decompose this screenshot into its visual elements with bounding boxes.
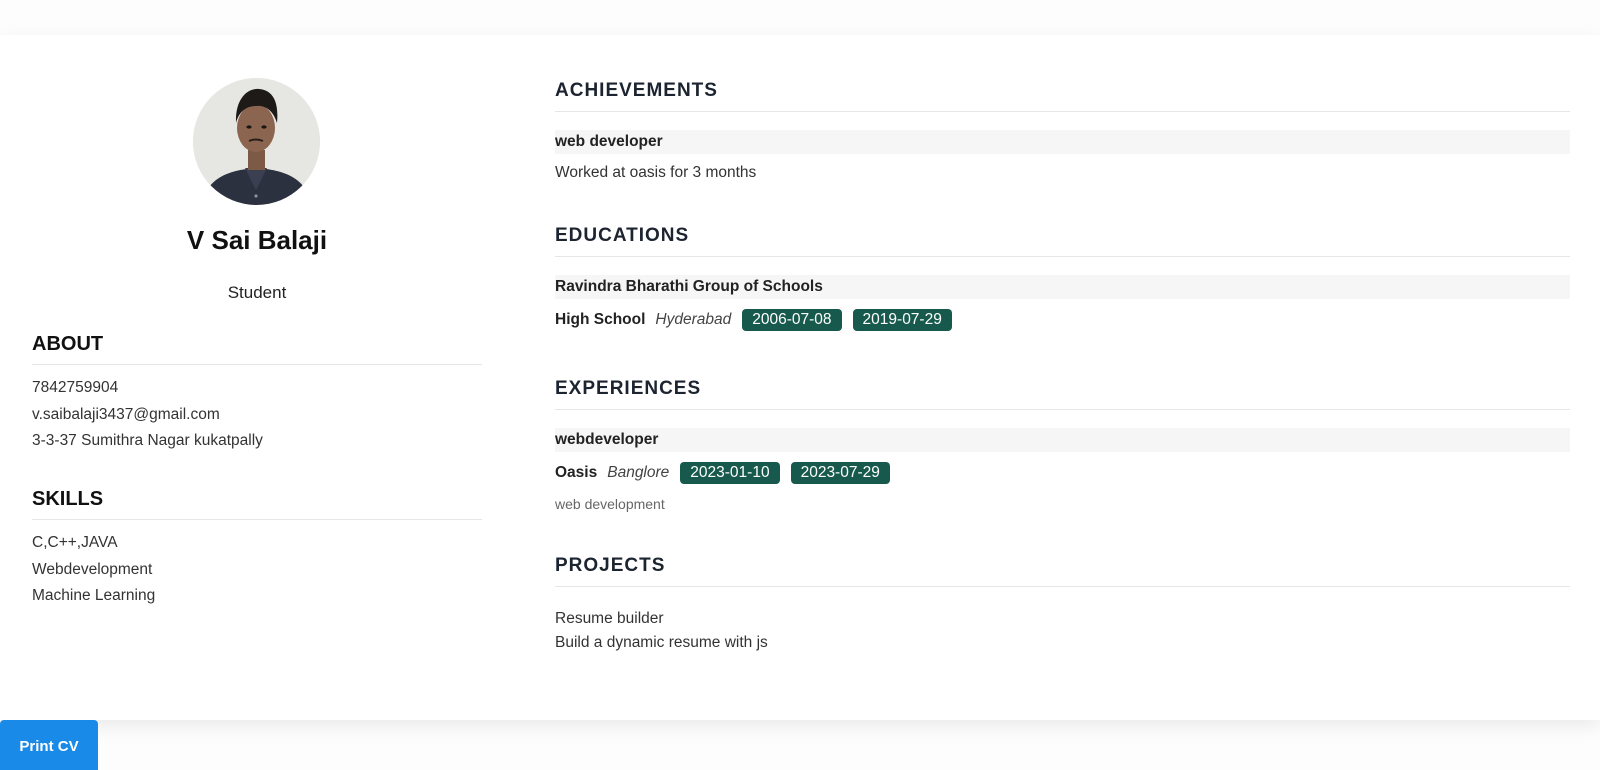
achievements-section: ACHIEVEMENTS web developer Worked at oas…	[555, 80, 1570, 182]
skill-item: Machine Learning	[32, 587, 156, 604]
skills-heading: SKILLS	[32, 488, 482, 520]
about-email: v.saibalaji3437@gmail.com	[32, 405, 220, 423]
achievement-description: Worked at oasis for 3 months	[555, 164, 757, 181]
education-start-badge: 2006-07-08	[742, 309, 842, 331]
about-address: 3-3-37 Sumithra Nagar kukatpally	[32, 432, 263, 449]
achievements-heading: ACHIEVEMENTS	[555, 80, 1570, 112]
education-city: Hyderabad	[655, 311, 732, 328]
projects-heading: PROJECTS	[555, 555, 1570, 587]
experience-start-badge: 2023-01-10	[680, 462, 780, 484]
experience-title: webdeveloper	[555, 428, 1570, 452]
page: V Sai Balaji Student ABOUT 7842759904 v.…	[0, 0, 1600, 770]
education-meta: High School Hyderabad 2006-07-08 2019-07…	[555, 309, 1570, 331]
experience-city: Banglore	[607, 464, 670, 481]
experiences-section: EXPERIENCES webdeveloper Oasis Banglore …	[555, 378, 1570, 512]
about-section: ABOUT 7842759904 v.saibalaji3437@gmail.c…	[32, 333, 482, 455]
about-list: 7842759904 v.saibalaji3437@gmail.com 3-3…	[32, 375, 482, 455]
education-end-badge: 2019-07-29	[852, 309, 952, 331]
avatar-photo-icon	[193, 78, 320, 205]
education-school: Ravindra Bharathi Group of Schools	[555, 275, 1570, 299]
skills-list: C,C++,JAVA Webdevelopment Machine Learni…	[32, 530, 482, 610]
project-name: Resume builder	[555, 610, 664, 627]
project-item: Resume builder Build a dynamic resume wi…	[555, 607, 1570, 655]
print-cv-button[interactable]: Print CV	[0, 720, 98, 770]
skills-section: SKILLS C,C++,JAVA Webdevelopment Machine…	[32, 488, 482, 610]
experiences-heading: EXPERIENCES	[555, 378, 1570, 410]
experience-end-badge: 2023-07-29	[790, 462, 890, 484]
cv-sheet: V Sai Balaji Student ABOUT 7842759904 v.…	[0, 35, 1600, 720]
projects-section: PROJECTS Resume builder Build a dynamic …	[555, 555, 1570, 655]
educations-heading: EDUCATIONS	[555, 225, 1570, 257]
project-description: Build a dynamic resume with js	[555, 634, 768, 651]
education-level: High School	[555, 311, 646, 328]
experience-company: Oasis	[555, 464, 598, 481]
profile-name: V Sai Balaji	[186, 225, 328, 255]
experience-meta: Oasis Banglore 2023-01-10 2023-07-29	[555, 462, 1570, 484]
experience-description: web development	[555, 496, 665, 512]
achievement-title: web developer	[555, 130, 1570, 154]
skill-item: Webdevelopment	[32, 560, 153, 578]
about-phone: 7842759904	[32, 379, 119, 396]
skill-item: C,C++,JAVA	[32, 534, 118, 551]
educations-section: EDUCATIONS Ravindra Bharathi Group of Sc…	[555, 225, 1570, 331]
profile-role: Student	[227, 283, 287, 302]
about-heading: ABOUT	[32, 333, 482, 365]
avatar	[193, 78, 320, 205]
